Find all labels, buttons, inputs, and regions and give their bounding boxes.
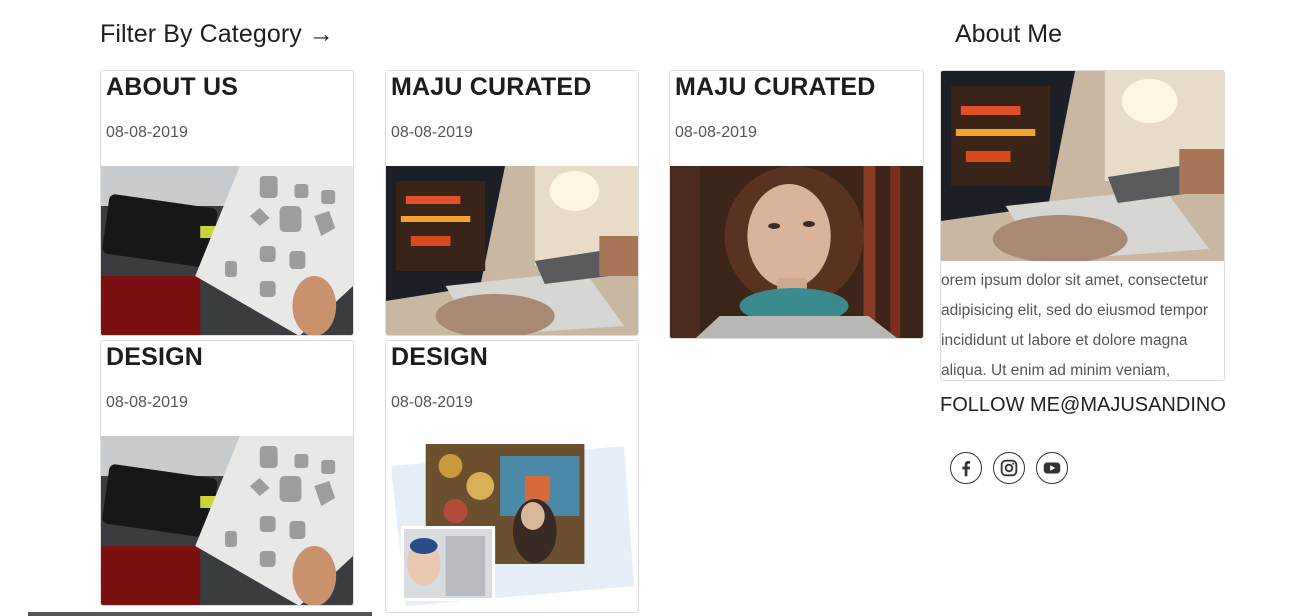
social-links xyxy=(950,452,1068,484)
about-me-text: orem ipsum dolor sit amet, consectetur a… xyxy=(941,272,1209,379)
youtube-icon[interactable] xyxy=(1036,452,1068,484)
post-date: 08-08-2019 xyxy=(391,394,473,411)
filter-by-category-heading[interactable]: Filter By Category → xyxy=(100,20,334,49)
follow-me-label: FOLLOW ME@MAJUSANDINO xyxy=(940,394,1226,416)
page: Filter By Category → About Me ABOUT US 0… xyxy=(0,0,1291,616)
post-card[interactable]: ABOUT US 08-08-2019 xyxy=(100,70,354,336)
post-card[interactable]: DESIGN 08-08-2019 xyxy=(100,340,354,606)
post-image-portrait[interactable] xyxy=(670,166,923,338)
post-image-sketchbook[interactable] xyxy=(101,166,353,335)
post-card[interactable]: MAJU CURATED 08-08-2019 xyxy=(669,70,924,339)
post-date: 08-08-2019 xyxy=(106,124,188,141)
post-title[interactable]: DESIGN xyxy=(391,343,488,372)
post-title[interactable]: DESIGN xyxy=(106,343,203,372)
about-me-image xyxy=(941,71,1224,261)
post-title[interactable]: ABOUT US xyxy=(106,73,238,102)
post-card[interactable]: MAJU CURATED 08-08-2019 xyxy=(385,70,639,336)
post-title[interactable]: MAJU CURATED xyxy=(675,73,876,102)
post-title[interactable]: MAJU CURATED xyxy=(391,73,592,102)
post-date: 08-08-2019 xyxy=(106,394,188,411)
post-image-sketchbook[interactable] xyxy=(101,436,353,605)
post-image-laptop[interactable] xyxy=(386,166,638,335)
post-card[interactable]: DESIGN 08-08-2019 xyxy=(385,340,639,613)
post-date: 08-08-2019 xyxy=(391,124,473,141)
post-image-collage[interactable] xyxy=(386,436,638,612)
about-me-card: orem ipsum dolor sit amet, consectetur a… xyxy=(940,70,1225,381)
instagram-icon[interactable] xyxy=(993,452,1025,484)
horizontal-scrollbar[interactable] xyxy=(28,612,372,616)
facebook-icon[interactable] xyxy=(950,452,982,484)
post-date: 08-08-2019 xyxy=(675,124,757,141)
about-me-heading: About Me xyxy=(955,20,1063,48)
